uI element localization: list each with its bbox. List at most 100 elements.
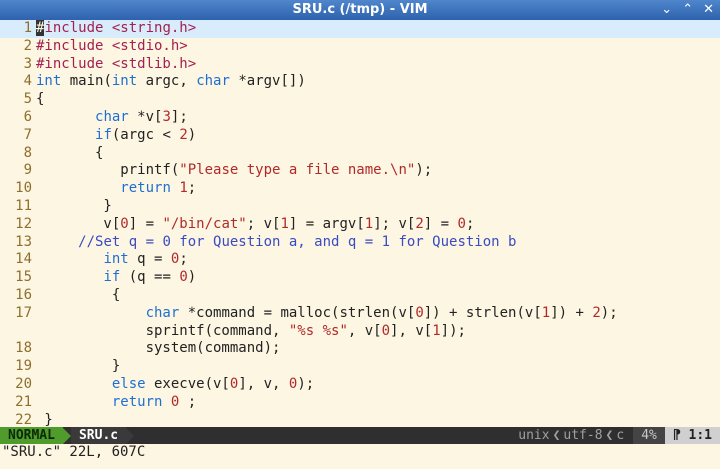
code-text: } — [36, 198, 720, 216]
line-number: 16 — [15, 286, 32, 303]
code-line[interactable]: 3 #include <stdlib.h> — [0, 56, 720, 74]
line-number-icon: ⁋ — [672, 428, 681, 443]
code-line[interactable]: 8 { — [0, 145, 720, 163]
code-token: "/bin/cat" — [162, 215, 247, 232]
code-token: include <string.h> — [44, 20, 197, 36]
code-line[interactable]: 22 } — [0, 412, 720, 427]
status-position: ⁋ 1:1 — [664, 427, 720, 444]
code-token: 1 — [179, 180, 188, 197]
code-line[interactable]: 11 } — [0, 198, 720, 216]
code-token: execve(v[ — [145, 375, 230, 392]
code-token: #include <stdio.h> — [36, 37, 188, 54]
code-line[interactable]: 20 else execve(v[0], v, 0); — [0, 376, 720, 394]
code-line[interactable]: 6 char *v[3]; — [0, 109, 720, 127]
close-icon[interactable]: ✕ — [703, 0, 714, 20]
line-number: 9 — [23, 162, 32, 179]
code-line[interactable]: 5{ — [0, 91, 720, 109]
window-controls: ⌄ ⌃ ✕ — [661, 0, 714, 20]
code-line[interactable]: 16 { — [0, 287, 720, 305]
line-number: 21 — [15, 393, 32, 410]
line-number: 1 — [23, 20, 32, 36]
code-token: 1 — [364, 215, 374, 232]
maximize-icon[interactable]: ⌃ — [682, 0, 693, 20]
code-token: ); — [297, 375, 315, 392]
code-line[interactable]: 10 return 1; — [0, 180, 720, 198]
chevron-left-icon: ❮ — [552, 428, 561, 443]
status-fileformat: unix — [518, 428, 550, 443]
code-token: main( — [61, 73, 112, 90]
code-text: //Set q = 0 for Question a, and q = 1 fo… — [36, 234, 720, 252]
code-line[interactable]: 21 return 0 ; — [0, 394, 720, 412]
code-line[interactable]: 18 system(command); — [0, 340, 720, 358]
code-token: 0 — [179, 269, 188, 286]
code-line[interactable]: 12 v[0] = "/bin/cat"; v[1] = argv[1]; v[… — [0, 216, 720, 234]
line-number: 3 — [23, 55, 32, 72]
code-token: ] = — [128, 215, 163, 232]
code-text: #include <string.h> — [36, 20, 720, 38]
code-line[interactable]: 14 int q = 0; — [0, 251, 720, 269]
code-token: ] = argv[ — [288, 215, 365, 232]
code-token: char — [196, 73, 230, 90]
code-line[interactable]: 15 if (q == 0) — [0, 269, 720, 287]
code-token: ]); — [440, 322, 466, 339]
code-text: if(argc < 2) — [36, 127, 720, 145]
code-line[interactable]: 2 #include <stdio.h> — [0, 38, 720, 56]
line-number: 4 — [23, 73, 32, 90]
code-token: ]; — [170, 108, 188, 125]
code-token: ) — [187, 126, 197, 143]
code-line[interactable]: 1 #include <string.h> — [0, 20, 720, 38]
code-token: int — [36, 73, 62, 90]
code-token: "Please type a file name.\n" — [179, 162, 416, 179]
code-text: return 0 ; — [36, 394, 720, 412]
code-token: *v[ — [128, 108, 163, 125]
code-token: return — [111, 393, 163, 410]
code-token: int — [103, 251, 129, 268]
code-token: 3 — [162, 108, 171, 125]
code-token: ], v[ — [390, 322, 433, 339]
powerline-separator-icon — [62, 427, 71, 444]
code-text: printf("Please type a file name.\n"); — [36, 162, 720, 180]
status-filename: SRU.c — [70, 427, 127, 444]
line-number: 5 — [23, 91, 32, 108]
code-token: 1 — [541, 304, 551, 321]
code-token: } — [36, 358, 121, 375]
editor-buffer[interactable]: 1 #include <string.h> 2 #include <stdio.h> 3… — [0, 20, 720, 427]
code-line[interactable]: 4 int main(int argc, char *argv[]) — [0, 73, 720, 91]
line-number: 15 — [15, 269, 32, 286]
code-text: else execve(v[0], v, 0); — [36, 376, 720, 394]
code-text: } — [36, 412, 720, 427]
window-titlebar: SRU.c (/tmp) - VIM ⌄ ⌃ ✕ — [0, 0, 720, 20]
code-token: ; — [179, 251, 188, 268]
code-line[interactable]: 17 char *command = malloc(strlen(v[0]) +… — [0, 305, 720, 323]
code-text: { — [36, 91, 720, 109]
code-token: 0 — [415, 304, 424, 321]
minimize-icon[interactable]: ⌄ — [661, 0, 672, 20]
code-token: (argc < — [111, 126, 180, 143]
chevron-left-icon: ❮ — [605, 428, 614, 443]
code-token: char — [95, 108, 129, 125]
code-text: v[0] = "/bin/cat"; v[1] = argv[1]; v[2] … — [36, 216, 720, 234]
code-token: else — [111, 375, 146, 392]
command-line[interactable]: "SRU.c" 22L, 607C — [0, 444, 720, 469]
code-token: if — [95, 126, 112, 143]
code-line[interactable]: sprintf(command, "%s %s", v[0], v[1]); — [0, 323, 720, 341]
code-token: ; v[ — [246, 215, 281, 232]
code-token: "%s %s" — [288, 322, 348, 339]
status-filetype: c — [616, 428, 625, 443]
code-text: sprintf(command, "%s %s", v[0], v[1]); — [36, 323, 720, 341]
line-number: 2 — [23, 37, 32, 54]
code-token: 0 — [381, 322, 391, 339]
code-line[interactable]: 9 printf("Please type a file name.\n"); — [0, 162, 720, 180]
code-line[interactable]: 19 } — [0, 358, 720, 376]
command-message: "SRU.c" 22L, 607C — [2, 444, 146, 460]
code-line[interactable]: 13 //Set q = 0 for Question a, and q = 1… — [0, 234, 720, 252]
code-line[interactable]: 7 if(argc < 2) — [0, 127, 720, 145]
code-token: ] = — [423, 215, 458, 232]
line-number: 17 — [15, 304, 32, 321]
code-token: { — [36, 144, 104, 161]
line-number: 19 — [15, 358, 32, 375]
